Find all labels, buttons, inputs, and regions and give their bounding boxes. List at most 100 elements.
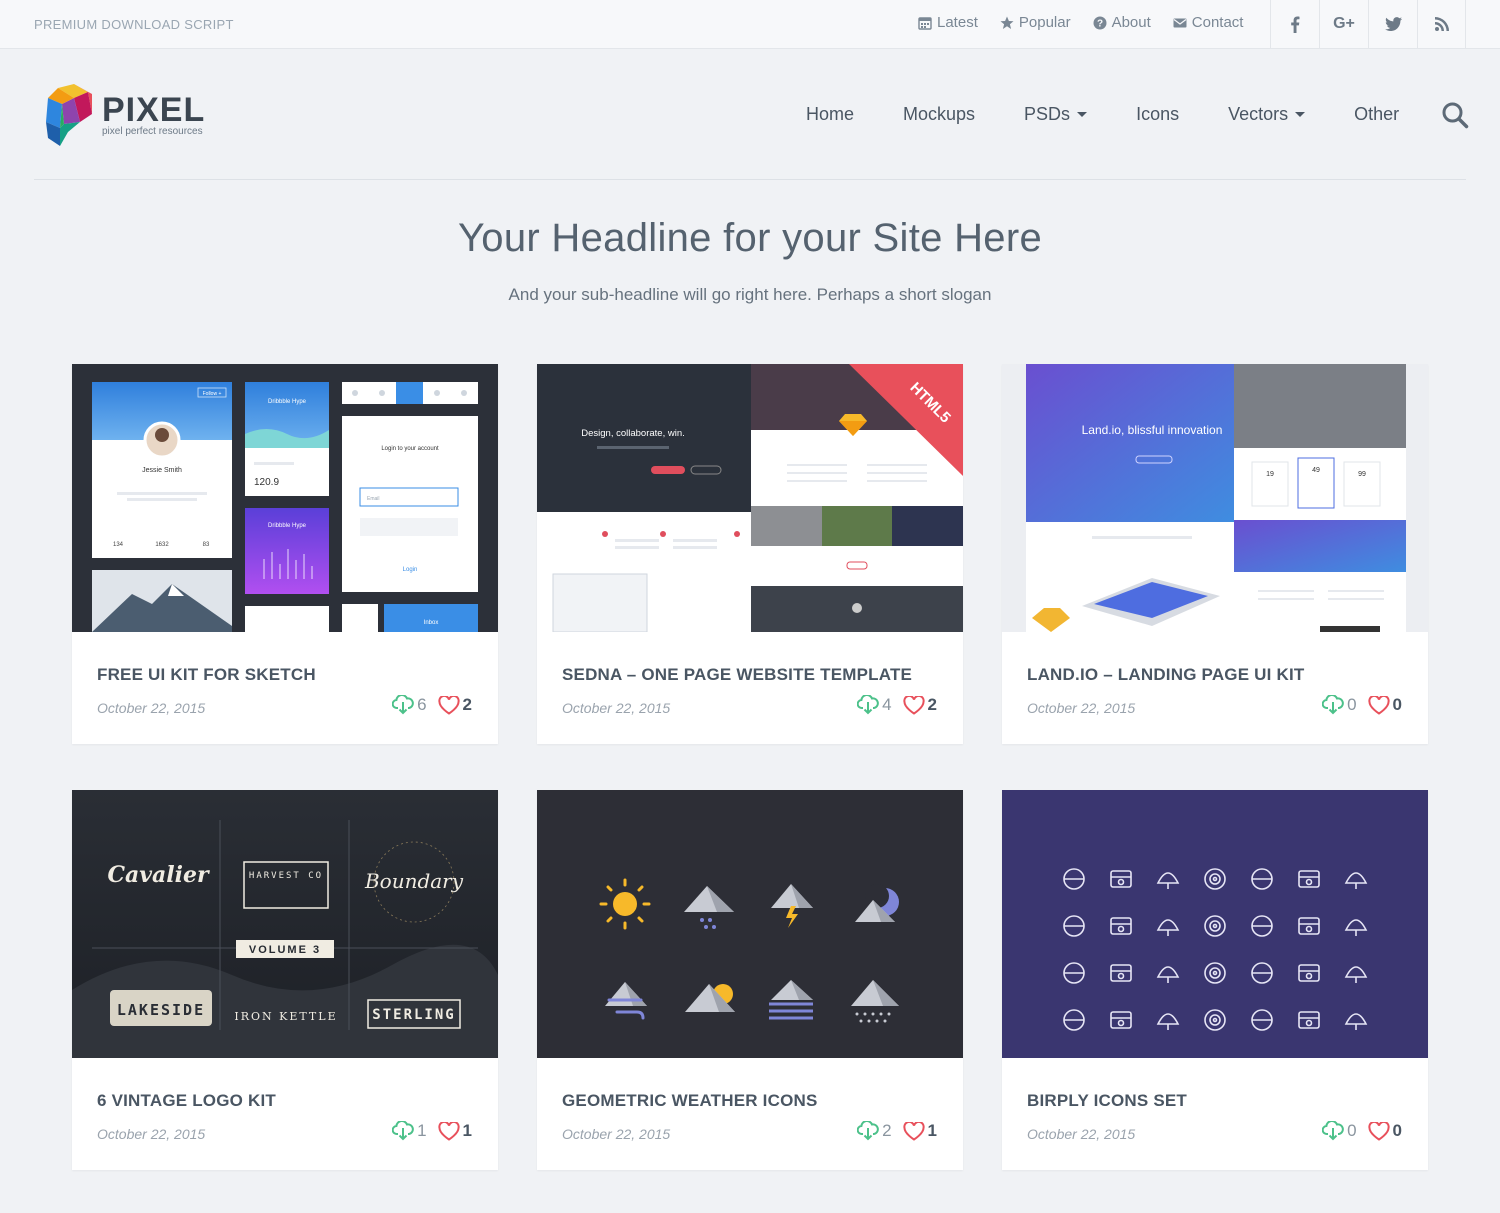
resource-card[interactable]: BIRPLY ICONS SET October 22, 2015 0 0: [1002, 790, 1428, 1170]
download-count: 6: [417, 695, 427, 714]
like-stat[interactable]: 2: [437, 695, 472, 715]
heart-icon: [437, 1121, 460, 1141]
like-stat[interactable]: 0: [1367, 695, 1402, 715]
logo-volume: VOLUME 3: [249, 944, 321, 956]
mountain-moon-icon: [855, 884, 899, 922]
stat-value: 1632: [155, 542, 169, 548]
card-title[interactable]: FREE UI KIT FOR SKETCH: [97, 665, 316, 685]
social-rss[interactable]: [1417, 0, 1466, 48]
card-stats: 1 1: [392, 1121, 472, 1141]
download-stat: 1: [392, 1121, 437, 1141]
heart-icon: [1367, 1121, 1390, 1141]
mountain-snow-icon: [851, 980, 899, 1023]
like-count: 2: [462, 695, 472, 714]
follow-label: Follow +: [203, 391, 222, 397]
like-count: 2: [927, 695, 937, 714]
top-link-popular[interactable]: Popular: [1000, 14, 1071, 31]
nav-home[interactable]: Home: [806, 104, 854, 125]
mountain-sun-icon: [685, 984, 735, 1012]
social-facebook[interactable]: [1270, 0, 1319, 48]
resource-card[interactable]: Land.io, blissful innovation 19 49 99 LA…: [1002, 364, 1428, 744]
line-icon: [1110, 1011, 1132, 1029]
cloud-download-icon: [392, 1121, 414, 1141]
card-title[interactable]: GEOMETRIC WEATHER ICONS: [562, 1091, 818, 1111]
widget-title: Dribbble Hype: [268, 399, 307, 405]
price-value: 49: [1312, 467, 1320, 474]
top-link-label: About: [1111, 14, 1151, 31]
search-icon[interactable]: [1441, 101, 1469, 129]
social-twitter[interactable]: [1368, 0, 1417, 48]
card-title[interactable]: 6 VINTAGE LOGO KIT: [97, 1091, 276, 1111]
nav-psds[interactable]: PSDs: [1024, 104, 1088, 125]
line-icon: [1063, 868, 1085, 890]
like-count: 1: [927, 1121, 937, 1140]
card-thumbnail[interactable]: Design, collaborate, win. HTML5: [537, 364, 963, 632]
logo-subtitle: pixel perfect resources: [102, 125, 203, 137]
header-divider: [34, 179, 1466, 180]
stat-value: 83: [203, 542, 210, 548]
logo-harvest: HARVEST CO: [249, 871, 323, 881]
price-value: 99: [1358, 471, 1366, 478]
card-thumbnail[interactable]: Cavalier HARVEST CO Boundary VOLUME 3 LA…: [72, 790, 498, 1058]
like-stat[interactable]: 0: [1367, 1121, 1402, 1141]
google-plus-icon: G+: [1333, 15, 1355, 32]
resource-card[interactable]: Follow + Jessie Smith 134 1632 83 Dribbb…: [72, 364, 498, 744]
like-stat[interactable]: 1: [437, 1121, 472, 1141]
card-date: October 22, 2015: [562, 700, 671, 716]
like-stat[interactable]: 2: [902, 695, 937, 715]
login-email-placeholder: Email: [367, 496, 380, 502]
login-title: Login to your account: [381, 446, 439, 452]
card-thumbnail[interactable]: [1002, 790, 1428, 1058]
resource-card[interactable]: Cavalier HARVEST CO Boundary VOLUME 3 LA…: [72, 790, 498, 1170]
card-thumbnail[interactable]: Land.io, blissful innovation 19 49 99: [1002, 364, 1428, 632]
top-link-latest[interactable]: Latest: [918, 14, 978, 31]
line-icon: [1063, 915, 1085, 937]
line-icon: [1156, 919, 1180, 936]
social-links: G+: [1270, 0, 1466, 48]
card-date: October 22, 2015: [562, 1126, 671, 1142]
card-date: October 22, 2015: [97, 700, 206, 716]
nav-icons[interactable]: Icons: [1136, 104, 1179, 125]
nav-psds-label: PSDs: [1024, 104, 1071, 124]
nav-other[interactable]: Other: [1354, 104, 1399, 125]
resource-card[interactable]: Design, collaborate, win. HTML5 SEDNA – …: [537, 364, 963, 744]
card-date: October 22, 2015: [1027, 700, 1136, 716]
top-link-about[interactable]: ? About: [1093, 14, 1151, 31]
card-title[interactable]: BIRPLY ICONS SET: [1027, 1091, 1187, 1111]
question-circle-icon: ?: [1093, 16, 1107, 29]
resource-card[interactable]: GEOMETRIC WEATHER ICONS October 22, 2015…: [537, 790, 963, 1170]
line-icon: [1156, 872, 1180, 889]
top-link-contact[interactable]: Contact: [1173, 14, 1243, 31]
landio-preview: Land.io, blissful innovation 19 49 99: [1026, 364, 1406, 632]
chevron-down-icon: [1295, 112, 1306, 117]
heart-icon: [437, 695, 460, 715]
card-date: October 22, 2015: [1027, 1126, 1136, 1142]
download-count: 0: [1347, 695, 1357, 714]
logo-text: PIXEL pixel perfect resources: [102, 93, 205, 137]
social-google-plus[interactable]: G+: [1319, 0, 1368, 48]
profile-name: Jessie Smith: [142, 467, 182, 474]
preview-headline: Design, collaborate, win.: [581, 428, 685, 439]
heart-icon: [1367, 695, 1390, 715]
card-date: October 22, 2015: [97, 1126, 206, 1142]
card-stats: 6 2: [392, 695, 472, 715]
card-stats: 0 0: [1322, 1121, 1402, 1141]
logo-iron-kettle: IRON KETTLE: [234, 1010, 337, 1023]
nav-mockups-label: Mockups: [903, 104, 976, 124]
site-logo[interactable]: PIXEL pixel perfect resources: [44, 84, 205, 146]
card-thumbnail[interactable]: [537, 790, 963, 1058]
like-stat[interactable]: 1: [902, 1121, 937, 1141]
cloud-download-icon: [857, 695, 879, 715]
login-button-label: Login: [403, 567, 418, 573]
line-icon: [1204, 915, 1226, 937]
card-title[interactable]: LAND.IO – LANDING PAGE UI KIT: [1027, 665, 1305, 685]
nav-mockups[interactable]: Mockups: [903, 104, 975, 125]
nav-vectors[interactable]: Vectors: [1228, 104, 1306, 125]
line-icon: [1204, 868, 1226, 890]
widget-title: Dribbble Hype: [268, 523, 307, 529]
card-title[interactable]: SEDNA – ONE PAGE WEBSITE TEMPLATE: [562, 665, 912, 685]
card-thumbnail[interactable]: Follow + Jessie Smith 134 1632 83 Dribbb…: [72, 364, 498, 632]
nav-vectors-label: Vectors: [1228, 104, 1289, 124]
line-icon: [1110, 870, 1132, 888]
line-icon: [1251, 1009, 1273, 1031]
